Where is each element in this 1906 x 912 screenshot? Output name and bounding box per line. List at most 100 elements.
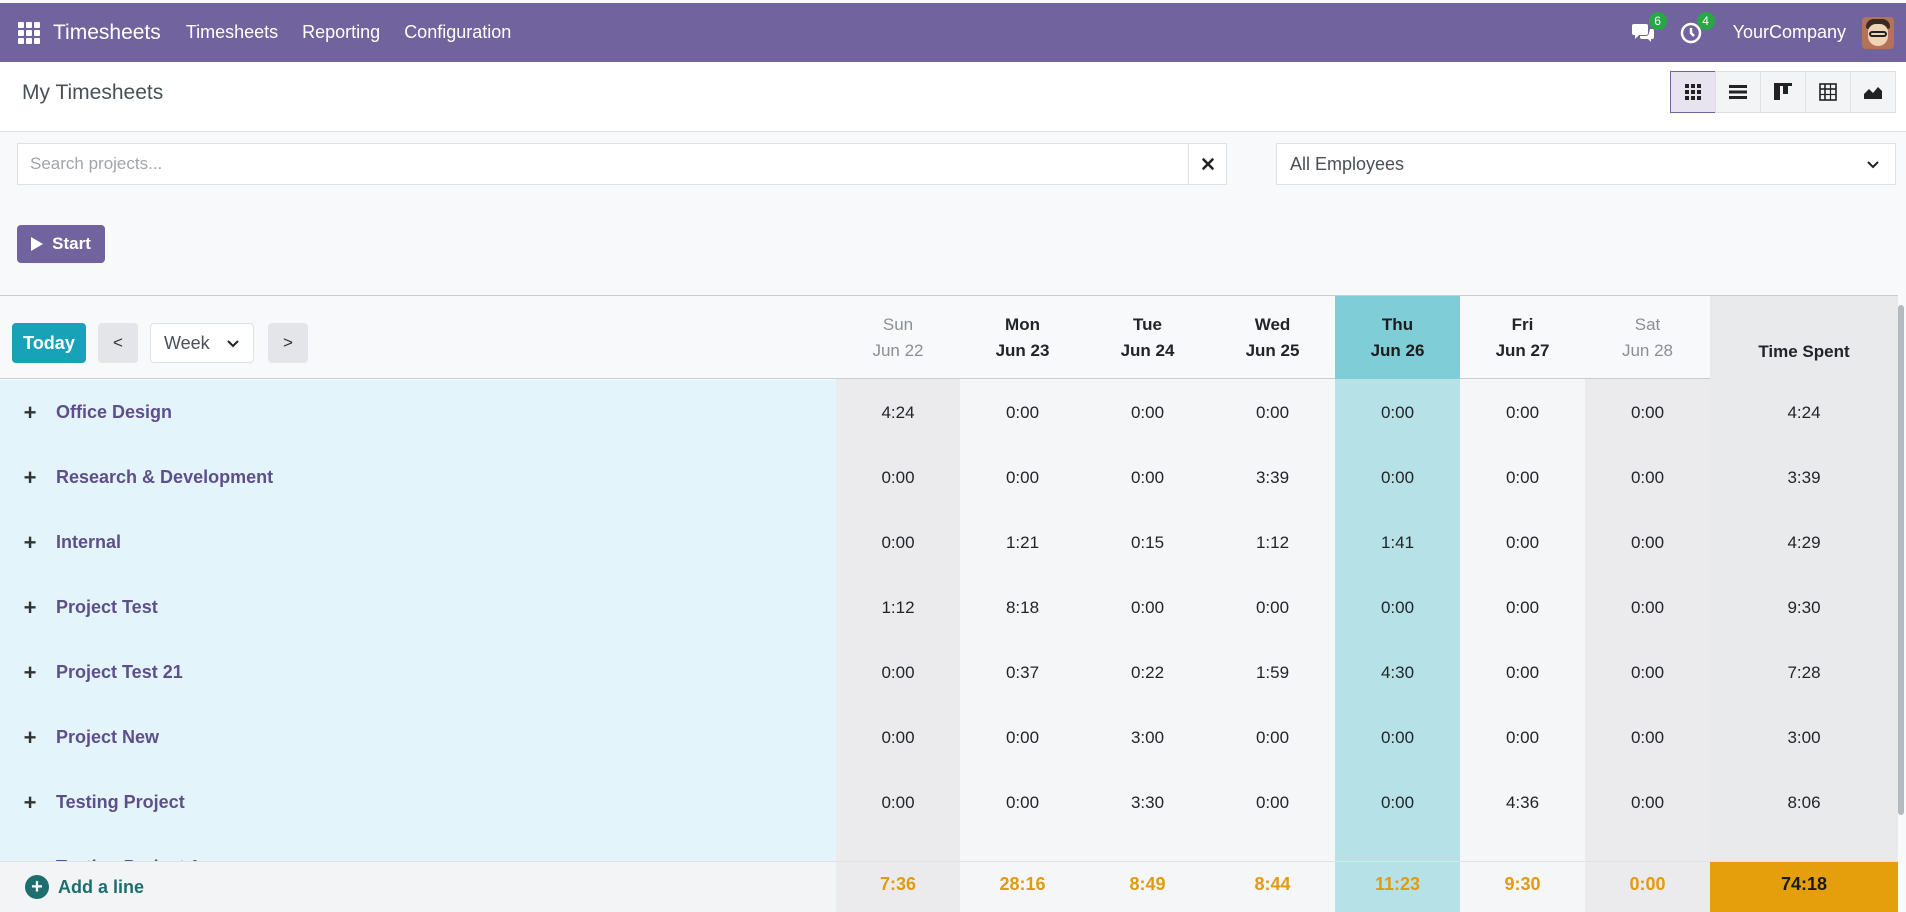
- time-cell[interactable]: 0:00: [1585, 770, 1710, 835]
- time-cell[interactable]: 0:00: [960, 770, 1085, 835]
- time-cell[interactable]: 0:00: [1335, 705, 1460, 770]
- project-name[interactable]: Project New: [56, 727, 159, 748]
- menu-timesheets[interactable]: Timesheets: [186, 22, 278, 43]
- day-date: Jun 23: [995, 340, 1050, 360]
- day-name: Sun: [882, 314, 914, 334]
- next-period-button[interactable]: >: [268, 323, 308, 363]
- time-cell[interactable]: 0:00: [960, 705, 1085, 770]
- time-cell[interactable]: 0:00: [836, 510, 960, 575]
- company-switcher[interactable]: YourCompany: [1733, 22, 1846, 43]
- project-name[interactable]: Testing Project: [56, 792, 185, 813]
- time-cell[interactable]: 0:00: [1210, 575, 1335, 640]
- range-select[interactable]: Week: [150, 323, 254, 363]
- time-cell[interactable]: 4:30: [1335, 640, 1460, 705]
- employee-filter-select[interactable]: All Employees: [1276, 143, 1896, 185]
- day-total: 28:16: [960, 862, 1085, 912]
- user-avatar[interactable]: [1862, 16, 1894, 49]
- time-cell[interactable]: 0:00: [1460, 510, 1585, 575]
- time-cell[interactable]: 0:00: [1585, 575, 1710, 640]
- time-cell[interactable]: 0:00: [1085, 575, 1210, 640]
- grid-scrollbar[interactable]: [1898, 305, 1904, 815]
- menu-configuration[interactable]: Configuration: [404, 22, 511, 43]
- time-cell[interactable]: 4:36: [1460, 770, 1585, 835]
- time-cell[interactable]: 1:41: [1335, 510, 1460, 575]
- time-cell[interactable]: 0:00: [1335, 445, 1460, 510]
- previous-period-button[interactable]: <: [98, 323, 138, 363]
- time-cell[interactable]: 3:30: [1085, 770, 1210, 835]
- time-cell[interactable]: 0:00: [960, 380, 1085, 445]
- time-cell[interactable]: 1:12: [836, 575, 960, 640]
- time-cell[interactable]: 0:00: [1210, 705, 1335, 770]
- time-cell[interactable]: 0:00: [1460, 380, 1585, 445]
- time-cell[interactable]: 0:00: [960, 445, 1085, 510]
- time-cell[interactable]: 1:21: [960, 510, 1085, 575]
- grid-row: + Project Test 21 0:00 0:37 0:22 1:59 4:30 0:00…: [0, 640, 1898, 705]
- time-cell[interactable]: 1:59: [1210, 640, 1335, 705]
- project-name[interactable]: Project Test 21: [56, 662, 183, 683]
- project-name[interactable]: Internal: [56, 532, 121, 553]
- kanban-view-button[interactable]: [1760, 71, 1806, 113]
- time-cell[interactable]: 0:22: [1085, 640, 1210, 705]
- time-cell[interactable]: 0:00: [836, 705, 960, 770]
- time-spent-header: Time Spent: [1710, 296, 1898, 379]
- time-cell[interactable]: 0:00: [1085, 445, 1210, 510]
- menu-reporting[interactable]: Reporting: [302, 22, 380, 43]
- time-cell[interactable]: 0:00: [836, 445, 960, 510]
- time-cell[interactable]: 3:00: [1085, 705, 1210, 770]
- time-cell[interactable]: 0:37: [960, 640, 1085, 705]
- project-name[interactable]: Office Design: [56, 402, 172, 423]
- page-title: My Timesheets: [22, 81, 164, 104]
- today-button[interactable]: Today: [12, 323, 86, 363]
- time-cell[interactable]: 0:00: [1335, 575, 1460, 640]
- grid-footer: + Add a line 7:36 28:16 8:49 8:44 11:23 9:30 0…: [0, 861, 1898, 912]
- graph-view-button[interactable]: [1850, 71, 1896, 113]
- time-cell[interactable]: 3:39: [1210, 445, 1335, 510]
- time-cell[interactable]: 0:00: [1585, 380, 1710, 445]
- time-cell[interactable]: 0:00: [1585, 510, 1710, 575]
- messages-button[interactable]: 6: [1629, 11, 1667, 47]
- time-cell[interactable]: 0:00: [1460, 640, 1585, 705]
- expand-plus-icon[interactable]: +: [22, 660, 38, 686]
- time-cell[interactable]: 0:15: [1085, 510, 1210, 575]
- pivot-view-button[interactable]: [1805, 71, 1851, 113]
- project-name[interactable]: Project Test: [56, 597, 158, 618]
- expand-plus-icon[interactable]: +: [22, 530, 38, 556]
- time-cell[interactable]: 0:00: [1585, 445, 1710, 510]
- expand-plus-icon[interactable]: +: [22, 400, 38, 426]
- time-cell[interactable]: 8:18: [960, 575, 1085, 640]
- list-view-button[interactable]: [1715, 71, 1761, 113]
- grid-view-button[interactable]: [1670, 71, 1716, 113]
- clear-search-button[interactable]: [1188, 144, 1226, 184]
- time-cell[interactable]: 0:00: [1460, 575, 1585, 640]
- day-total: 9:30: [1460, 862, 1585, 912]
- time-cell[interactable]: 0:00: [836, 640, 960, 705]
- time-cell[interactable]: 1:12: [1210, 510, 1335, 575]
- expand-plus-icon[interactable]: +: [22, 790, 38, 816]
- time-cell[interactable]: 0:00: [1210, 770, 1335, 835]
- time-cell[interactable]: 0:00: [1335, 380, 1460, 445]
- grid-icon: [1685, 84, 1701, 100]
- time-cell[interactable]: 0:00: [1335, 770, 1460, 835]
- expand-plus-icon[interactable]: +: [22, 595, 38, 621]
- time-cell[interactable]: 0:00: [1210, 380, 1335, 445]
- day-date: Jun 24: [1120, 340, 1175, 360]
- time-cell[interactable]: 0:00: [1460, 445, 1585, 510]
- close-icon: [1201, 158, 1214, 170]
- time-cell[interactable]: 0:00: [1585, 705, 1710, 770]
- time-cell[interactable]: 0:00: [1085, 380, 1210, 445]
- view-switcher: [1670, 71, 1896, 113]
- app-brand[interactable]: Timesheets: [53, 21, 161, 45]
- activities-button[interactable]: 4: [1677, 11, 1715, 47]
- expand-plus-icon[interactable]: +: [22, 725, 38, 751]
- time-cell[interactable]: 0:00: [836, 770, 960, 835]
- time-cell[interactable]: 4:24: [836, 380, 960, 445]
- add-line-button[interactable]: + Add a line: [25, 875, 144, 899]
- search-input[interactable]: [18, 144, 1188, 184]
- apps-menu-icon[interactable]: [18, 21, 40, 44]
- grid-row: + Testing Project 0:00 0:00 3:30 0:00 0:00 4:36…: [0, 770, 1898, 835]
- expand-plus-icon[interactable]: +: [22, 465, 38, 491]
- time-cell[interactable]: 0:00: [1460, 705, 1585, 770]
- project-name[interactable]: Research & Development: [56, 467, 273, 488]
- time-cell[interactable]: 0:00: [1585, 640, 1710, 705]
- start-timer-button[interactable]: Start: [17, 225, 105, 263]
